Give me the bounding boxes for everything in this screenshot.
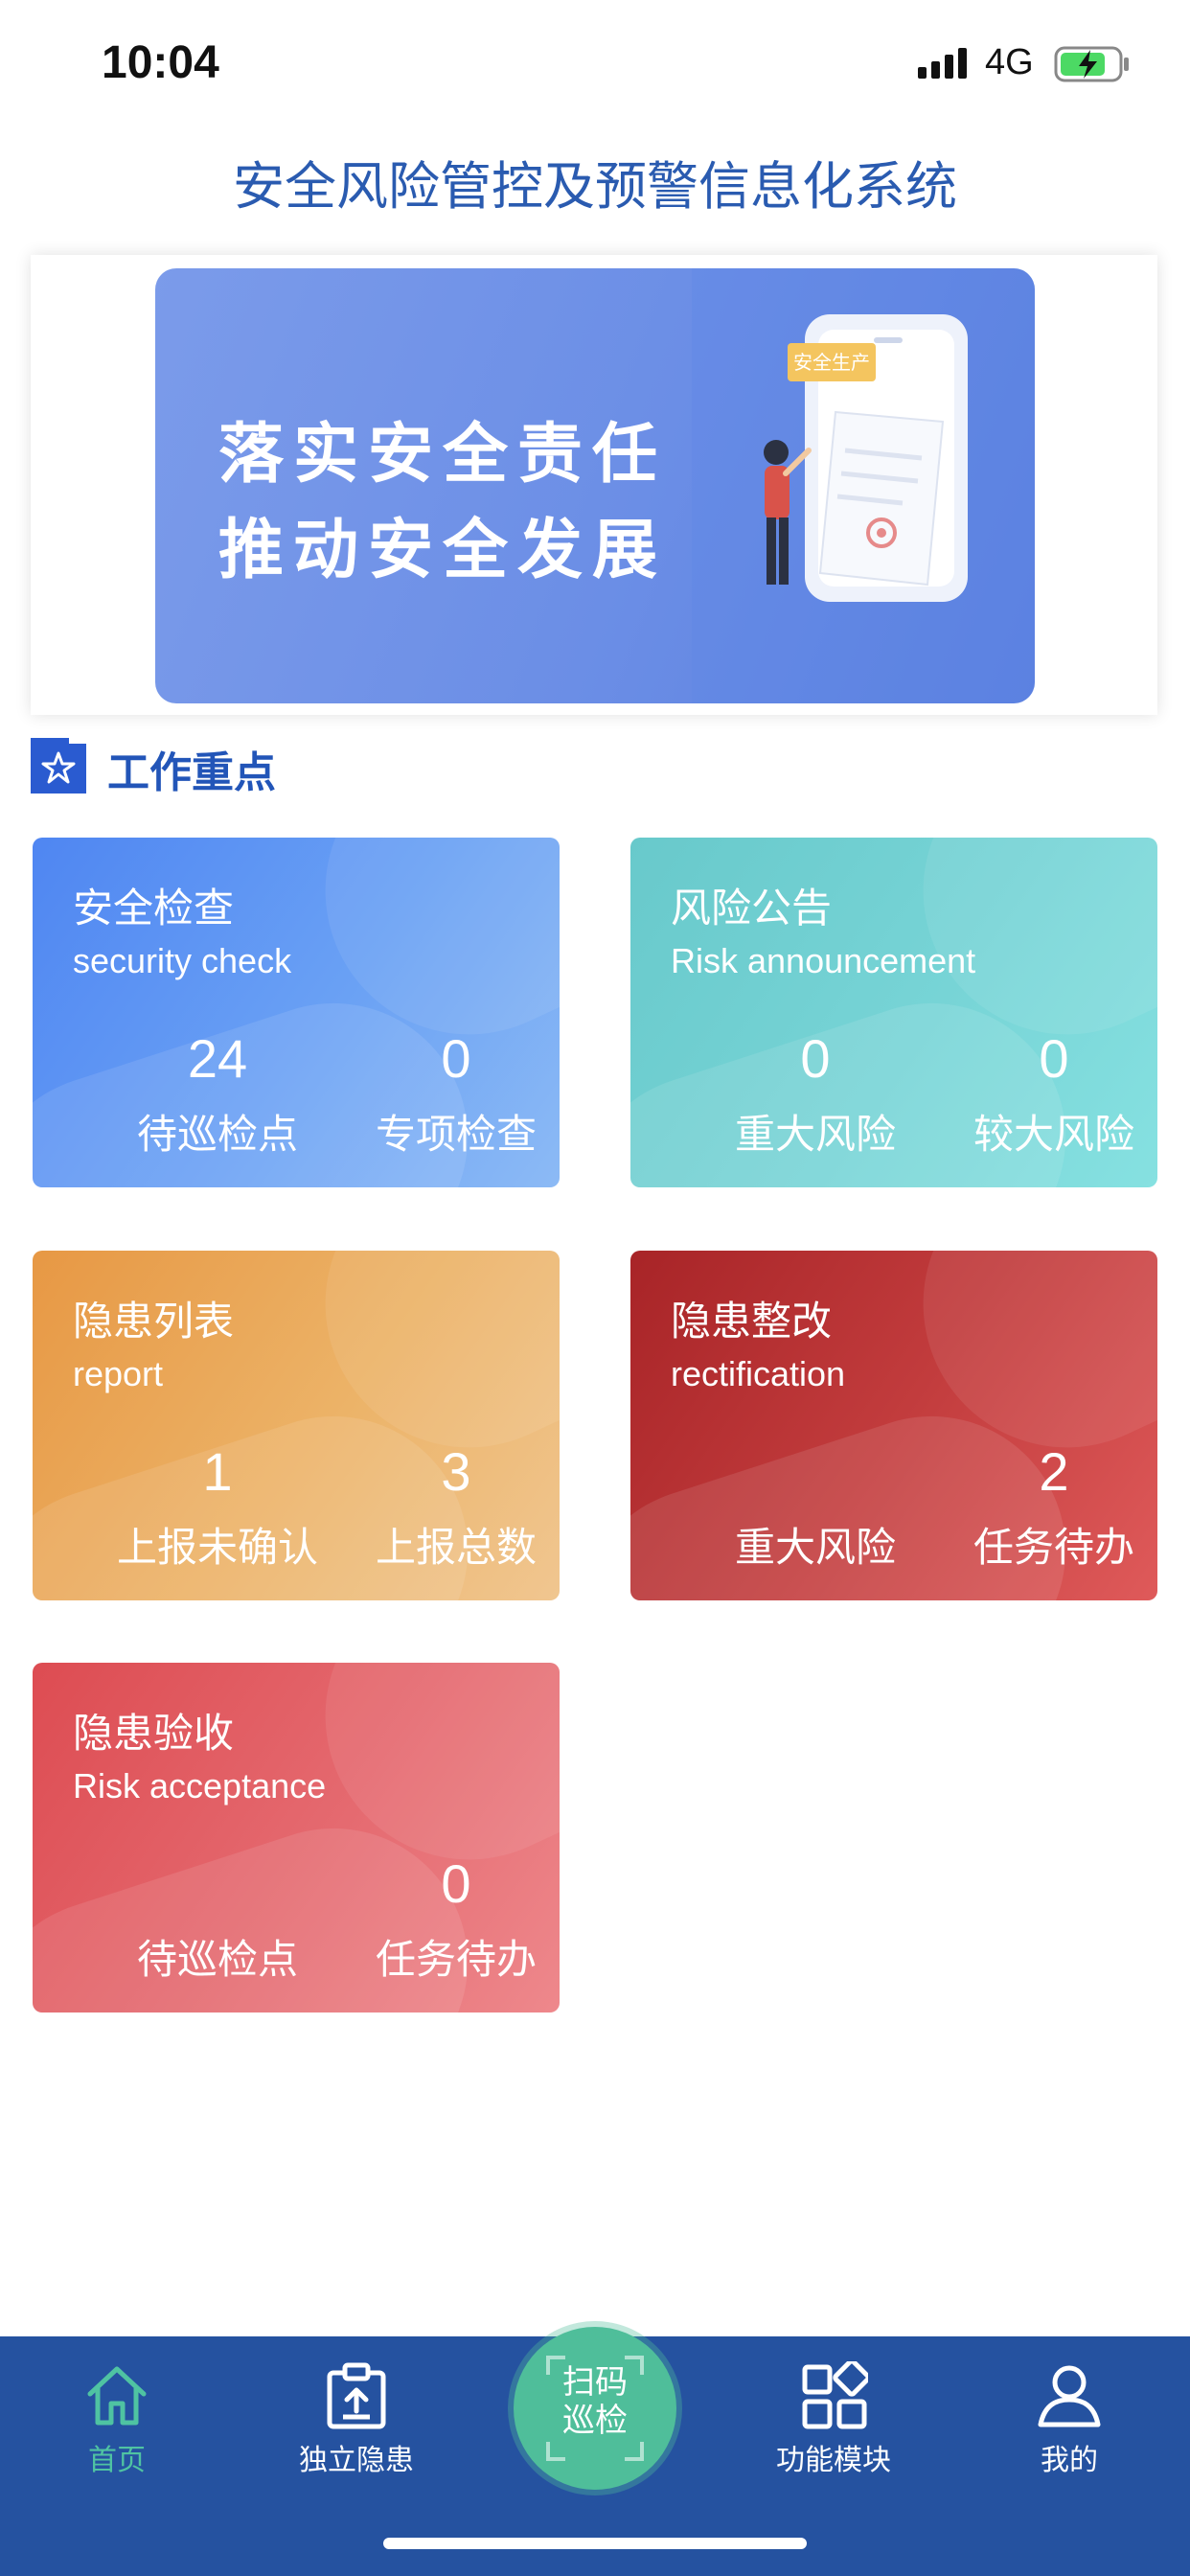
signal-icon: [918, 48, 967, 79]
stat-label: 任务待办: [375, 1936, 537, 1983]
banner-slogan-line1: 落实安全责任: [218, 417, 668, 493]
clipboard-upload-icon: [327, 2362, 386, 2429]
stat-label: 待巡检点: [136, 1111, 298, 1158]
tab-home[interactable]: 首页: [2, 2336, 232, 2499]
tab-me[interactable]: 我的: [954, 2336, 1184, 2499]
card-hazard-report[interactable]: 隐患列表 report 1 上报未确认 3 上报总数: [33, 1251, 560, 1600]
card-hazard-rectification[interactable]: 隐患整改 rectification 重大风险 2 任务待办: [630, 1251, 1157, 1600]
stat-value: [696, 1442, 935, 1502]
stat-unconfirmed-reports[interactable]: 1 上报未确认: [98, 1442, 337, 1574]
scan-inspection-button[interactable]: 扫码 巡检: [514, 2327, 676, 2490]
star-badge-icon: [31, 738, 86, 794]
card-title: 安全检查: [73, 885, 235, 932]
grid-modules-icon: [802, 2361, 868, 2429]
status-bar: 10:04 4G: [0, 0, 1190, 125]
stat-major-risk[interactable]: 0 重大风险: [696, 1029, 935, 1161]
stat-value: 3: [441, 1441, 471, 1502]
page-title: 安全风险管控及预警信息化系统: [233, 156, 957, 217]
stat-pending-points[interactable]: 待巡检点: [98, 1854, 337, 1986]
stat-label: 上报总数: [375, 1524, 537, 1571]
stat-pending-points[interactable]: 24 待巡检点: [98, 1029, 337, 1161]
card-title: 隐患列表: [73, 1298, 235, 1345]
stat-special-check[interactable]: 0 专项检查: [336, 1029, 560, 1161]
card-security-check[interactable]: 安全检查 security check 24 待巡检点 0 专项检查: [33, 838, 560, 1187]
stat-pending-tasks[interactable]: 0 任务待办: [336, 1854, 560, 1986]
home-indicator: [383, 2538, 807, 2549]
card-subtitle: Risk acceptance: [73, 1766, 327, 1806]
card-subtitle: security check: [73, 941, 292, 980]
stat-label: 重大风险: [734, 1111, 896, 1158]
banner-slogan-line2: 推动安全发展: [218, 513, 668, 588]
banner-illustration: 安全生产: [692, 268, 1035, 703]
card-hazard-acceptance[interactable]: 隐患验收 Risk acceptance 待巡检点 0 任务待办: [33, 1663, 560, 2012]
stat-larger-risk[interactable]: 0 较大风险: [934, 1029, 1157, 1161]
card-subtitle: report: [73, 1354, 164, 1393]
stat-label: 较大风险: [973, 1111, 1134, 1158]
banner[interactable]: 落实安全责任 推动安全发展 安全生产: [155, 268, 1035, 703]
tab-label: 我的: [1041, 2444, 1098, 2477]
stat-label: 上报未确认: [116, 1524, 318, 1571]
stat-label: 重大风险: [734, 1524, 896, 1571]
card-subtitle: Risk announcement: [671, 941, 976, 980]
banner-container: 落实安全责任 推动安全发展 安全生产: [31, 255, 1157, 715]
stat-value: 0: [800, 1028, 831, 1089]
home-icon: [87, 2366, 147, 2426]
stat-pending-tasks[interactable]: 2 任务待办: [934, 1442, 1157, 1574]
tab-independent-hazard[interactable]: 独立隐患: [241, 2336, 471, 2499]
stat-total-reports[interactable]: 3 上报总数: [336, 1442, 560, 1574]
stat-major-risk[interactable]: 重大风险: [696, 1442, 935, 1574]
stat-label: 待巡检点: [136, 1936, 298, 1983]
section-title: 工作重点: [107, 748, 276, 797]
stat-label: 专项检查: [375, 1111, 537, 1158]
card-title: 隐患整改: [671, 1298, 833, 1345]
stat-value: 0: [1039, 1028, 1069, 1089]
card-title: 风险公告: [671, 885, 833, 932]
stat-value: 2: [1039, 1441, 1069, 1502]
banner-tag: 安全生产: [793, 351, 870, 374]
tab-label: 首页: [88, 2444, 146, 2477]
tab-function-modules[interactable]: 功能模块: [719, 2336, 949, 2499]
scan-label: 扫码 巡检: [562, 2363, 628, 2440]
stat-value: 24: [187, 1028, 248, 1089]
user-icon: [1038, 2365, 1101, 2427]
stat-value: 0: [441, 1853, 471, 1914]
stat-value: 1: [202, 1441, 233, 1502]
network-label: 4G: [985, 42, 1034, 82]
stat-value: [98, 1854, 337, 1914]
tab-label: 功能模块: [776, 2444, 891, 2477]
battery-icon: [1054, 46, 1129, 82]
card-risk-announcement[interactable]: 风险公告 Risk announcement 0 重大风险 0 较大风险: [630, 838, 1157, 1187]
tab-label: 独立隐患: [299, 2444, 414, 2477]
stat-label: 任务待办: [973, 1524, 1134, 1571]
card-subtitle: rectification: [671, 1354, 846, 1393]
stat-value: 0: [441, 1028, 471, 1089]
card-title: 隐患验收: [73, 1710, 235, 1757]
status-time: 10:04: [102, 37, 219, 88]
